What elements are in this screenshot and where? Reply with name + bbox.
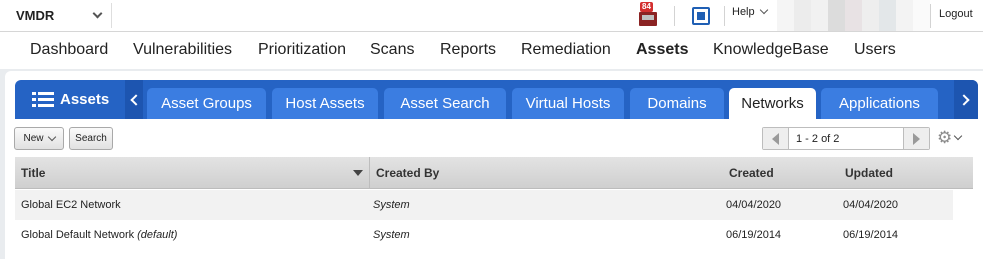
tab-strip: Assets Asset Groups Host Assets Asset Se… [15,80,978,119]
table-row[interactable]: Global EC2 Network System 04/04/2020 04/… [15,190,953,220]
nav-prioritization[interactable]: Prioritization [258,41,346,59]
tabs-scroll-right[interactable] [954,80,978,119]
row-created: 06/19/2014 [726,229,782,241]
row-updated: 06/19/2014 [843,229,899,241]
chevron-down-icon [954,131,963,140]
arrow-right-icon [958,93,970,106]
nav-remediation[interactable]: Remediation [521,41,611,59]
row-title: Global EC2 Network [21,190,121,220]
section-title: Assets [60,91,110,108]
nav-users[interactable]: Users [854,41,896,59]
tab-asset-groups[interactable]: Asset Groups [147,88,266,119]
inbox-icon[interactable]: 84 [638,2,658,28]
column-header-created-by[interactable]: Created By [370,157,718,189]
app-name: VMDR [16,8,55,23]
top-bar: VMDR 84 Help Logout [0,0,983,32]
default-note: (default) [137,229,178,241]
nav-vulnerabilities[interactable]: Vulnerabilities [133,41,232,59]
pagination-status: 1 - 2 of 2 [796,132,840,145]
divider [724,6,725,26]
new-button[interactable]: New [14,127,64,150]
pagination: 1 - 2 of 2 [762,127,930,150]
chevron-down-icon [92,8,103,19]
nav-reports[interactable]: Reports [440,41,496,59]
column-header-created[interactable]: Created [723,157,833,189]
chevron-down-icon [759,5,768,15]
row-updated: 04/04/2020 [843,199,899,211]
settings-menu[interactable]: ⚙ [937,128,963,147]
sort-down-icon[interactable] [353,170,363,176]
logout-link[interactable]: Logout [939,8,973,20]
network-name: Global Default Network [21,229,135,241]
main-nav: Dashboard Vulnerabilities Prioritization… [0,32,983,69]
tab-domains[interactable]: Domains [630,88,724,119]
tabs-scroll-left[interactable] [125,80,143,119]
user-menu[interactable] [777,0,930,31]
row-created: 04/04/2020 [726,199,782,211]
inbox-badge: 84 [640,2,653,12]
app-selector[interactable]: VMDR [6,3,112,28]
help-menu[interactable]: Help [732,5,768,18]
table-row[interactable]: Global Default Network (default) System … [15,220,953,250]
chevron-down-icon [47,132,56,141]
tab-virtual-hosts[interactable]: Virtual Hosts [512,88,624,119]
column-title-label: Title [21,166,46,180]
help-label: Help [732,6,755,18]
tab-applications[interactable]: Applications [821,88,938,119]
arrow-left-icon [130,93,142,106]
menu-icon [32,91,54,108]
tab-asset-search[interactable]: Asset Search [384,88,506,119]
tab-networks[interactable]: Networks [729,88,816,119]
calendar-icon[interactable] [691,4,711,28]
row-created-by: System [373,199,410,211]
divider [674,6,675,26]
nav-dashboard[interactable]: Dashboard [30,41,108,59]
nav-assets[interactable]: Assets [636,41,688,59]
column-header-title[interactable]: Title [15,157,370,189]
new-button-label: New [23,133,44,144]
section-header[interactable]: Assets [32,91,109,108]
arrow-left-icon [772,132,779,145]
nav-knowledgebase[interactable]: KnowledgeBase [713,41,829,59]
assets-panel: Assets Asset Groups Host Assets Asset Se… [5,71,983,259]
gear-icon: ⚙ [937,128,953,147]
table-header: Title Created By Created Updated [15,157,973,189]
divider [930,4,931,28]
tab-host-assets[interactable]: Host Assets [272,88,378,119]
nav-scans[interactable]: Scans [370,41,414,59]
network-name: Global EC2 Network [21,199,121,211]
next-page-button[interactable] [903,128,929,149]
row-created-by: System [373,229,410,241]
prev-page-button[interactable] [763,128,789,149]
search-button[interactable]: Search [69,127,113,150]
column-header-updated[interactable]: Updated [839,157,949,189]
row-title: Global Default Network (default) [21,220,177,250]
arrow-right-icon [913,132,920,145]
